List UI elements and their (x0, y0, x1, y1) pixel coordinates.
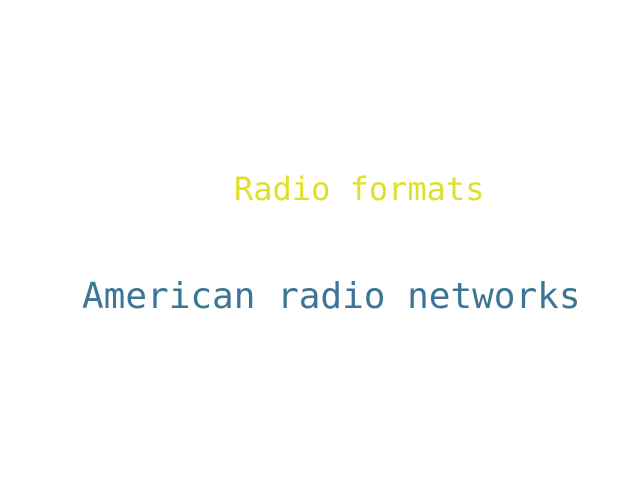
word-american-radio-networks: American radio networks (82, 276, 581, 317)
word-radio-formats: Radio formats (234, 170, 485, 208)
word-cloud: Radio formats American radio networks (0, 0, 640, 480)
